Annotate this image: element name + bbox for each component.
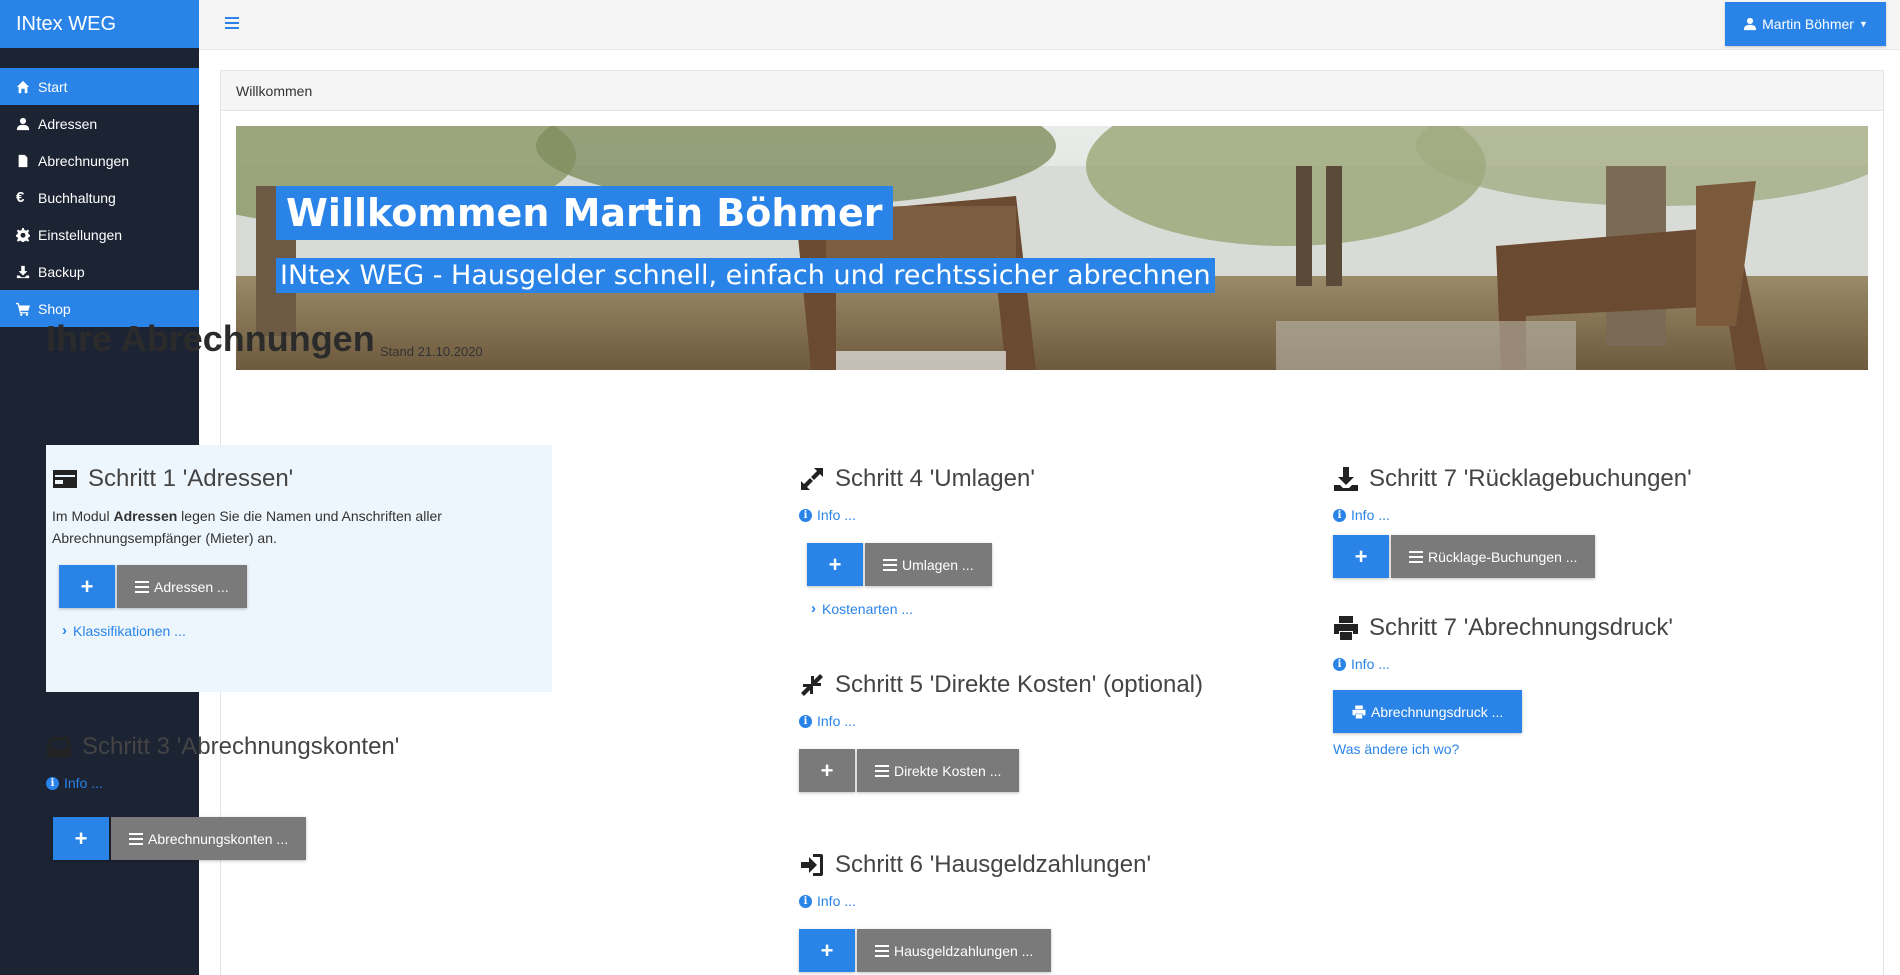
sidebar-item-einstellungen[interactable]: Einstellungen — [0, 216, 199, 253]
topbar: Martin Böhmer ▼ — [199, 0, 1900, 50]
banner-subtitle: INtex WEG - Hausgelder schnell, einfach … — [276, 258, 1215, 293]
step-5-title: Schritt 5 'Direkte Kosten' (optional) — [835, 671, 1203, 698]
banner-image — [236, 126, 1868, 370]
step-5-direkte-kosten: Schritt 5 'Direkte Kosten' (optional) iI… — [799, 671, 1203, 792]
add-direkte-kosten-button[interactable]: + — [799, 749, 855, 792]
sidebar-item-buchhaltung[interactable]: € Buchhaltung — [0, 179, 199, 216]
step-3-title: Schritt 3 'Abrechnungskonten' — [82, 733, 400, 760]
caret-down-icon: ▼ — [1858, 19, 1868, 29]
step-7b-title: Schritt 7 'Abrechnungsdruck' — [1369, 614, 1673, 641]
abrechnungskonten-button[interactable]: Abrechnungskonten ... — [111, 817, 307, 860]
compress-icon — [799, 672, 827, 698]
sidebar-item-adressen[interactable]: Adressen — [0, 105, 199, 142]
list-icon — [875, 764, 889, 777]
sidebar-item-label: Backup — [38, 263, 85, 280]
info-icon: i — [46, 776, 59, 790]
user-name: Martin Böhmer — [1762, 16, 1854, 32]
chevron-right-icon: › — [811, 600, 816, 617]
sidebar-item-label: Start — [38, 78, 68, 95]
info-icon: i — [1333, 657, 1346, 671]
cart-icon — [16, 302, 38, 316]
file-icon — [16, 154, 38, 168]
umlagen-button[interactable]: Umlagen ... — [865, 543, 992, 586]
stand-date: Stand 21.10.2020 — [380, 344, 483, 359]
list-icon — [129, 832, 143, 845]
add-adresse-button[interactable]: + — [59, 565, 115, 608]
breadcrumb: Willkommen — [221, 71, 1883, 111]
hausgeldzahlungen-button[interactable]: Hausgeldzahlungen ... — [857, 929, 1052, 972]
sidebar-item-label: Einstellungen — [38, 226, 123, 243]
sidebar-item-label: Buchhaltung — [38, 189, 116, 206]
menu-toggle-icon[interactable] — [225, 17, 239, 31]
step-1-title: Schritt 1 'Adressen' — [88, 465, 294, 492]
list-icon — [883, 558, 897, 571]
step-4-info-link[interactable]: i Info ... — [799, 507, 1035, 523]
info-icon: i — [1333, 508, 1346, 522]
home-icon — [16, 80, 38, 94]
step-1-description: Im Modul Adressen legen Sie die Namen un… — [52, 508, 442, 546]
list-icon — [135, 580, 149, 593]
user-icon — [1744, 17, 1757, 31]
download-icon — [16, 265, 38, 279]
adressen-button[interactable]: Adressen ... — [117, 565, 247, 608]
ruecklage-buchungen-button[interactable]: Rücklage-Buchungen ... — [1391, 535, 1596, 578]
step-7-ruecklagebuchungen: Schritt 7 'Rücklagebuchungen' i Info ... … — [1333, 465, 1692, 578]
page-title: Ihre Abrechnungen — [46, 318, 375, 359]
add-ruecklage-button[interactable]: + — [1333, 535, 1389, 578]
sidebar-nav: Start Adressen Abrechnungen € Buchhaltun… — [0, 68, 199, 327]
kostenarten-link[interactable]: › Kostenarten ... — [811, 600, 1035, 617]
sidebar-item-abrechnungen[interactable]: Abrechnungen — [0, 142, 199, 179]
id-card-icon — [52, 466, 80, 492]
sidebar-item-label: Shop — [38, 300, 71, 317]
print-icon — [1333, 615, 1361, 641]
direkte-kosten-button[interactable]: Direkte Kosten ... — [857, 749, 1020, 792]
step-5-info-link[interactable]: i Info ... — [799, 713, 1203, 729]
info-icon: i — [799, 508, 812, 522]
add-umlage-button[interactable]: + — [807, 543, 863, 586]
step-4-title: Schritt 4 'Umlagen' — [835, 465, 1035, 492]
sidebar-item-label: Adressen — [38, 115, 98, 132]
user-menu-button[interactable]: Martin Böhmer ▼ — [1725, 2, 1886, 46]
sidebar-item-start[interactable]: Start — [0, 68, 199, 105]
download-icon — [1333, 466, 1361, 492]
was-aendere-ich-wo-link[interactable]: Was ändere ich wo? — [1333, 741, 1673, 757]
klassifikationen-link[interactable]: › Klassifikationen ... — [62, 622, 546, 639]
chevron-right-icon: › — [62, 622, 67, 639]
step-7-abrechnungsdruck: Schritt 7 'Abrechnungsdruck' i Info ... A… — [1333, 614, 1673, 757]
step-7a-title: Schritt 7 'Rücklagebuchungen' — [1369, 465, 1692, 492]
sidebar-item-backup[interactable]: Backup — [0, 253, 199, 290]
info-icon: i — [799, 714, 812, 728]
step-6-title: Schritt 6 'Hausgeldzahlungen' — [835, 851, 1152, 878]
step-6-info-link[interactable]: i Info ... — [799, 893, 1151, 909]
gear-icon — [16, 227, 38, 242]
user-icon — [16, 117, 38, 131]
step-1-adressen: Schritt 1 'Adressen' Im Modul Adressen l… — [46, 445, 552, 692]
abrechnungsdruck-button[interactable]: Abrechnungsdruck ... — [1333, 690, 1523, 733]
list-icon — [875, 944, 889, 957]
step-4-umlagen: Schritt 4 'Umlagen' i Info ... + Umlagen … — [799, 465, 1035, 617]
euro-icon: € — [16, 189, 25, 206]
expand-icon — [799, 466, 827, 492]
step-7a-info-link[interactable]: i Info ... — [1333, 507, 1692, 523]
info-icon: i — [799, 894, 812, 908]
banner-title: Willkommen Martin Böhmer — [276, 186, 893, 240]
welcome-banner: Willkommen Martin Böhmer INtex WEG - Hau… — [236, 126, 1868, 370]
add-abrechnungskonto-button[interactable]: + — [53, 817, 109, 860]
step-6-hausgeldzahlungen: Schritt 6 'Hausgeldzahlungen' i Info ... … — [799, 851, 1151, 972]
list-icon — [1409, 550, 1423, 563]
sidebar-item-label: Abrechnungen — [38, 152, 130, 169]
sign-in-icon — [799, 852, 827, 878]
add-hausgeldzahlung-button[interactable]: + — [799, 929, 855, 972]
step-3-abrechnungskonten: Schritt 3 'Abrechnungskonten' i Info ... … — [46, 733, 399, 860]
step-1-title-row: Schritt 1 'Adressen' — [52, 465, 546, 493]
step-3-info-link[interactable]: i Info ... — [46, 775, 399, 791]
step-7b-info-link[interactable]: i Info ... — [1333, 656, 1673, 672]
app-brand[interactable]: INtex WEG — [0, 0, 199, 48]
inbox-icon — [46, 734, 74, 760]
print-icon — [1352, 705, 1366, 719]
step-1-buttons: + Adressen ... — [59, 565, 546, 608]
